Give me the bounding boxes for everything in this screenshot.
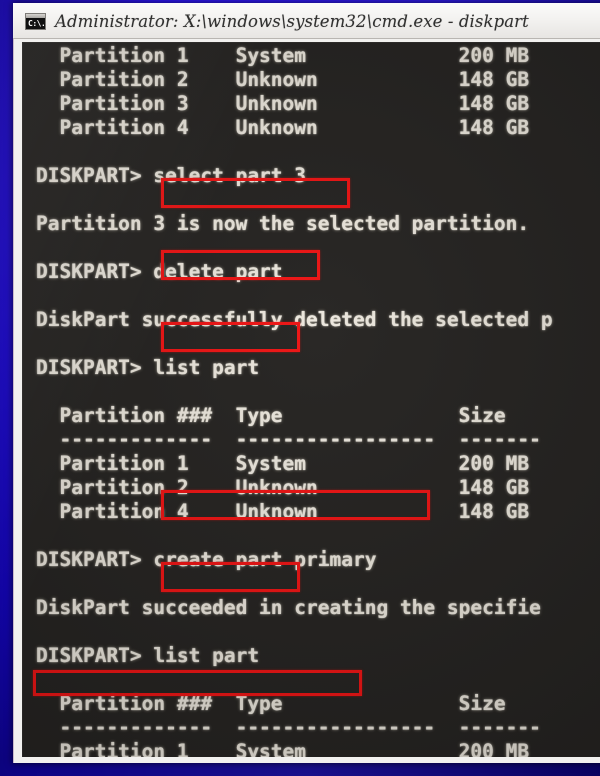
console-line: Partition 1 System 200 MB — [36, 740, 530, 757]
cmd-icon-prompt-glyph: C:\. — [28, 18, 44, 28]
console-line: Partition ### Type Size — [36, 692, 506, 715]
console-line: Partition 3 Unknown 148 GB — [36, 92, 530, 115]
console-line: DiskPart successfully deleted the select… — [36, 308, 553, 331]
console-line: Partition ### Type Size — [36, 404, 506, 427]
console-output-area[interactable]: Partition 1 System 200 MB Partition 2 Un… — [22, 42, 600, 757]
console-line: DISKPART> list part — [36, 356, 260, 379]
console-line: ------------- ----------------- ------- — [36, 428, 541, 451]
console-line: DISKPART> list part — [36, 644, 260, 667]
console-line: DISKPART> create part primary — [36, 548, 377, 571]
command-prompt-window[interactable]: C:\. Administrator: X:\windows\system32\… — [13, 3, 600, 763]
console-line: Partition 1 System 200 MB — [36, 452, 530, 475]
window-titlebar[interactable]: C:\. Administrator: X:\windows\system32\… — [13, 3, 600, 39]
console-line: Partition 3 is now the selected partitio… — [36, 212, 530, 235]
cmd-console-icon: C:\. — [25, 12, 46, 30]
console-line: DISKPART> delete part — [36, 260, 283, 283]
console-line: DISKPART> select part 3 — [36, 164, 307, 187]
console-text-lines: Partition 1 System 200 MB Partition 2 Un… — [22, 42, 600, 757]
console-line: Partition 2 Unknown 148 GB — [36, 476, 530, 499]
console-line: ------------- ----------------- ------- — [36, 716, 541, 739]
cmd-icon-titlebar-strip — [26, 13, 45, 18]
console-line: Partition 1 System 200 MB — [36, 44, 530, 67]
console-line: Partition 4 Unknown 148 GB — [36, 116, 530, 139]
console-line: DiskPart succeeded in creating the speci… — [36, 596, 541, 619]
console-line: Partition 4 Unknown 148 GB — [36, 500, 530, 523]
window-title: Administrator: X:\windows\system32\cmd.e… — [55, 11, 529, 31]
console-line: Partition 2 Unknown 148 GB — [36, 68, 530, 91]
